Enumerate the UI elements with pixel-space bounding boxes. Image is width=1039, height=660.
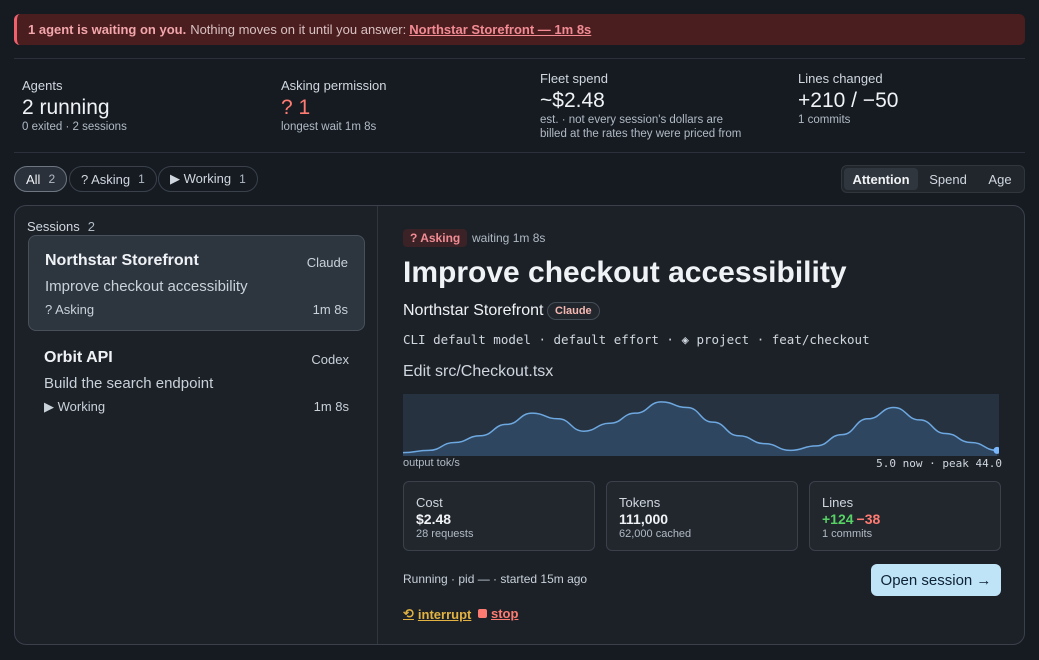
sessions-list: Sessions 2 Northstar Storefront Claude Im… xyxy=(15,206,378,644)
filter-working[interactable]: ▶ Working 1 xyxy=(158,166,258,192)
filter-label: ▶ Working xyxy=(170,171,232,186)
card-sub: 1 commits xyxy=(822,528,873,540)
stat-sub: est. · not every session's dollars are xyxy=(540,114,724,126)
card-sub: 62,000 cached xyxy=(619,528,692,540)
stop-label: stop xyxy=(491,606,519,621)
session-name: Orbit API xyxy=(44,349,113,366)
session-state: ? Asking xyxy=(45,302,95,317)
banner-session-link[interactable]: Northstar Storefront — 1m 8s xyxy=(409,22,591,37)
chart-label: output tok/s xyxy=(403,457,460,469)
interrupt-button[interactable]: ⟲ interrupt xyxy=(403,606,471,622)
session-detail: ? Asking waiting 1m 8s Improve checkout … xyxy=(379,206,1024,644)
interrupt-icon: ⟲ xyxy=(403,606,414,621)
stat-value: ~$2.48 xyxy=(540,89,605,112)
divider xyxy=(14,152,1025,153)
card-value: +124 −38 xyxy=(822,511,988,527)
card-label: Tokens xyxy=(619,495,661,510)
sort-spend[interactable]: Spend xyxy=(918,168,978,190)
banner-text: Nothing moves on it until you answer: xyxy=(190,22,407,37)
session-state: ▶ Working xyxy=(44,399,106,414)
waiting-time: waiting 1m 8s xyxy=(472,231,546,245)
divider xyxy=(14,58,1025,59)
process-status: Running · pid — · started 15m ago xyxy=(403,572,588,586)
stat-label: Lines changed xyxy=(798,71,883,86)
filter-count: 1 xyxy=(239,172,246,186)
page-title: Improve checkout accessibility xyxy=(403,256,847,289)
cost-card: Cost $2.48 28 requests xyxy=(403,481,595,551)
stat-label: Agents xyxy=(22,78,63,93)
stat-lines: Lines changed +210 / −50 1 commits xyxy=(798,71,898,127)
lines-removed: −38 xyxy=(856,511,881,527)
filter-label: All xyxy=(26,171,41,187)
session-meta: CLI default model · default effort · ◈ p… xyxy=(403,332,870,347)
card-value: $2.48 xyxy=(416,511,452,527)
stat-agents: Agents 2 running 0 exited · 2 sessions xyxy=(22,78,127,134)
session-card[interactable]: Orbit API Codex Build the search endpoin… xyxy=(28,333,365,429)
status-badge: ? Asking xyxy=(403,229,468,247)
stat-fleet-spend: Fleet spend ~$2.48 est. · not every sess… xyxy=(540,71,741,141)
filter-label: ? Asking xyxy=(81,171,131,187)
session-time: 1m 8s xyxy=(312,302,348,317)
filter-count: 2 xyxy=(48,172,56,186)
chart-now: 5.0 now · peak 44.0 xyxy=(876,457,1002,470)
session-task: Build the search endpoint xyxy=(44,375,214,392)
sessions-header: Sessions 2 xyxy=(27,219,95,234)
session-agent: Claude xyxy=(306,255,348,270)
interrupt-label: interrupt xyxy=(417,606,472,622)
stat-value: +210 / −50 xyxy=(798,89,899,112)
card-value: 111,000 xyxy=(619,511,669,527)
agent-badge: Claude xyxy=(547,302,600,320)
stat-label: Asking permission xyxy=(281,78,387,93)
card-sub: 28 requests xyxy=(416,528,474,540)
project-name: Northstar Storefront xyxy=(403,302,544,319)
main-panel: Sessions 2 Northstar Storefront Claude Im… xyxy=(14,205,1025,645)
lines-card: Lines +124 −38 1 commits xyxy=(809,481,1001,551)
stat-label: Fleet spend xyxy=(540,71,608,86)
sort-age[interactable]: Age xyxy=(978,168,1022,190)
session-agent: Codex xyxy=(311,352,349,367)
stop-icon xyxy=(478,609,487,618)
session-task: Improve checkout accessibility xyxy=(45,278,248,295)
throughput-chart xyxy=(403,394,999,456)
session-time: 1m 8s xyxy=(313,399,349,414)
card-label: Lines xyxy=(822,495,854,510)
current-action: Edit src/Checkout.tsx xyxy=(403,363,554,380)
card-label: Cost xyxy=(416,495,443,510)
session-name: Northstar Storefront xyxy=(45,252,199,269)
open-session-button[interactable]: Open session → xyxy=(871,564,1001,596)
lines-added: +124 xyxy=(822,511,854,527)
stat-sub: longest wait 1m 8s xyxy=(281,121,377,133)
stat-sub: 0 exited · 2 sessions xyxy=(22,121,127,133)
stat-value: 2 running xyxy=(22,96,110,119)
stop-button[interactable]: stop xyxy=(478,606,518,621)
stat-value: ? 1 xyxy=(281,96,311,119)
tokens-card: Tokens 111,000 62,000 cached xyxy=(606,481,798,551)
sessions-count: 2 xyxy=(87,219,95,234)
sort-attention[interactable]: Attention xyxy=(844,168,918,190)
sessions-header-label: Sessions xyxy=(27,219,80,234)
filter-count: 1 xyxy=(138,172,145,186)
filter-asking[interactable]: ? Asking 1 xyxy=(69,166,157,192)
session-card[interactable]: Northstar Storefront Claude Improve chec… xyxy=(28,235,365,331)
sort-segmented-control: Attention Spend Age xyxy=(841,165,1025,193)
filter-all[interactable]: All 2 xyxy=(14,166,68,192)
stat-asking: Asking permission ? 1 longest wait 1m 8s xyxy=(281,78,387,134)
stat-sub: billed at the rates they were priced fro… xyxy=(540,128,742,140)
banner-strong: 1 agent is waiting on you. xyxy=(28,22,187,37)
alert-banner: 1 agent is waiting on you. Nothing moves… xyxy=(14,14,1025,45)
stat-sub: 1 commits xyxy=(798,114,851,126)
